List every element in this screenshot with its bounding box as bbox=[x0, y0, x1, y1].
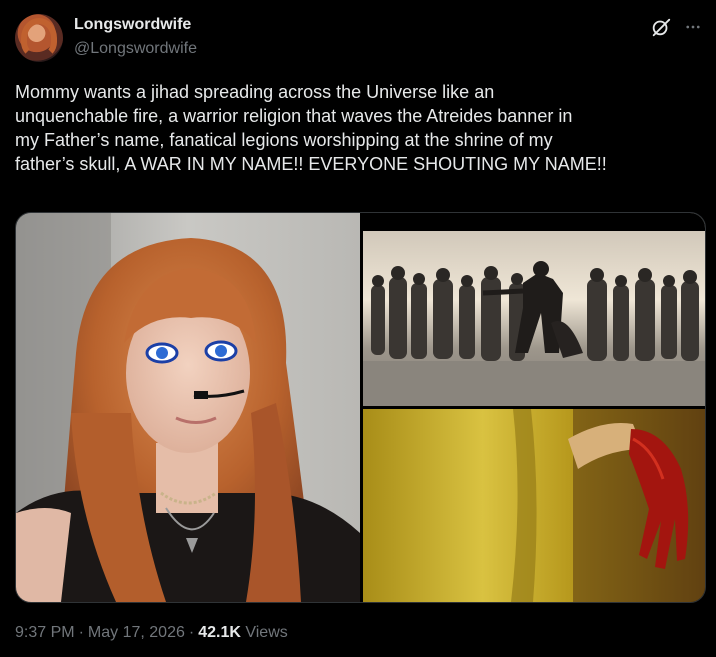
grok-icon[interactable] bbox=[650, 16, 672, 38]
media-photo-portrait[interactable] bbox=[16, 213, 360, 602]
media-photo-robes[interactable] bbox=[363, 409, 705, 602]
views-count: 42.1K bbox=[198, 624, 241, 641]
author-display-name[interactable]: Longswordwife bbox=[74, 16, 191, 34]
robes-image bbox=[363, 409, 705, 602]
meta-separator-2: · bbox=[188, 624, 195, 641]
post-date[interactable]: May 17, 2026 bbox=[88, 624, 185, 641]
post-time[interactable]: 9:37 PM bbox=[15, 624, 75, 641]
media-photo-army[interactable] bbox=[363, 213, 705, 406]
views-label: Views bbox=[245, 624, 288, 641]
meta-separator: · bbox=[78, 624, 84, 641]
media-grid bbox=[15, 212, 706, 603]
portrait-image bbox=[16, 213, 360, 602]
post-text: Mommy wants a jihad spreading across the… bbox=[15, 82, 607, 174]
more-dots-icon bbox=[686, 25, 700, 29]
more-icon[interactable] bbox=[682, 16, 704, 38]
author-handle[interactable]: @Longswordwife bbox=[74, 40, 197, 58]
post: Longswordwife @Longswordwife Mommy wants… bbox=[0, 0, 716, 657]
post-meta: 9:37 PM · May 17, 2026 · 42.1K Views bbox=[15, 624, 288, 642]
army-image bbox=[363, 213, 705, 406]
avatar[interactable] bbox=[15, 14, 63, 62]
avatar-hair bbox=[21, 18, 57, 58]
